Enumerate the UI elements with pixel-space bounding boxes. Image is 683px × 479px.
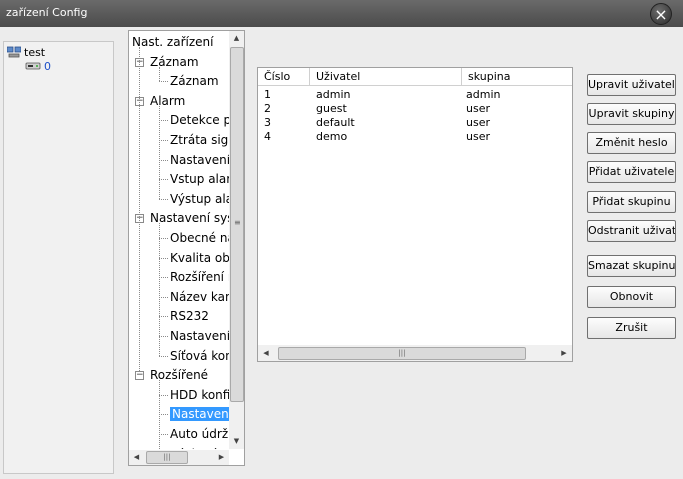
device-tree-channel-label: 0 <box>44 59 51 73</box>
cell-group: user <box>466 102 490 115</box>
tree-item-label: Auto údržb <box>170 427 229 441</box>
cell-group: user <box>466 116 490 129</box>
tree-item[interactable]: Obecné na <box>170 229 229 247</box>
scroll-thumb[interactable]: ≡ <box>230 47 244 402</box>
tree-item[interactable]: Nastavení ( <box>170 405 229 423</box>
device-tree-channel[interactable]: 0 <box>25 59 51 73</box>
tree-item-label: HDD konfi <box>170 387 229 402</box>
table-row[interactable]: 2 guest user <box>258 102 572 116</box>
tree-item[interactable]: Auto údržb <box>170 425 229 443</box>
tree-item-label: Název kana <box>170 289 229 304</box>
tree-item-label: Síťová konf <box>170 348 229 363</box>
tree-item[interactable]: HDD konfi <box>170 386 229 404</box>
tree-item[interactable]: Vstup alarr <box>170 170 229 188</box>
tree-item-label: Kvalita obr <box>170 250 229 265</box>
tree-item-label: RS232 <box>170 309 209 324</box>
edit-groups-button[interactable]: Upravit skupiny <box>587 103 676 125</box>
tree-item-label: Výstup alar <box>170 191 229 206</box>
tree-item-label: Nastavení l <box>170 329 229 343</box>
close-icon[interactable]: × <box>650 3 672 25</box>
config-tree-vertical-scrollbar[interactable]: ▲ ≡ ▼ <box>229 31 244 449</box>
config-tree[interactable]: Nast. zařízení − Záznam Záznam − Alarm Detekce… <box>128 30 245 466</box>
add-group-button[interactable]: Přidat skupinu <box>587 191 676 213</box>
table-header: Číslo Uživatel skupina <box>258 68 572 86</box>
scroll-up-icon[interactable]: ▲ <box>229 31 244 46</box>
tree-item[interactable]: Rozšíření n <box>170 268 229 286</box>
column-header-number[interactable]: Číslo <box>258 68 310 85</box>
tree-item[interactable]: Nastavení l <box>170 327 229 345</box>
tree-item[interactable]: Záznam <box>170 72 219 90</box>
tree-group-label: Záznam <box>150 54 199 69</box>
change-password-button[interactable]: Změnit heslo <box>587 132 676 154</box>
tree-item[interactable]: Kvalita obr <box>170 249 229 267</box>
dvr-device-icon <box>25 62 41 70</box>
user-table[interactable]: Číslo Uživatel skupina 1 admin admin 2 g… <box>257 67 573 362</box>
cell-user: default <box>316 116 355 129</box>
cell-user: guest <box>316 102 347 115</box>
tree-item[interactable]: RS232 <box>170 307 209 325</box>
tree-item-label: Rozšíření n <box>170 270 229 285</box>
scroll-thumb[interactable]: ||| <box>278 347 526 360</box>
scroll-left-icon[interactable]: ◀ <box>258 345 274 361</box>
column-header-group[interactable]: skupina <box>462 68 572 85</box>
cell-group: user <box>466 130 490 143</box>
tree-item[interactable]: Detekce pc <box>170 111 229 129</box>
config-tree-content: Nast. zařízení − Záznam Záznam − Alarm Detekce… <box>129 31 229 449</box>
tree-item-label: Obecné na <box>170 231 229 245</box>
table-row[interactable]: 3 default user <box>258 116 572 130</box>
collapse-icon[interactable]: − <box>135 371 144 381</box>
title-bar: zařízení Config × <box>0 0 683 27</box>
tree-group-label: Alarm <box>150 93 186 108</box>
window-title: zařízení Config <box>6 6 88 19</box>
scroll-right-icon[interactable]: ▶ <box>214 450 229 465</box>
remove-users-button[interactable]: Odstranit uživatele <box>587 220 676 242</box>
delete-group-button[interactable]: Smazat skupinu <box>587 255 676 277</box>
tree-item[interactable]: Ztráta signá <box>170 131 229 149</box>
device-tree[interactable]: test 0 <box>3 41 114 474</box>
tree-item-label: Záznam <box>170 74 219 89</box>
tree-group[interactable]: Záznam <box>150 53 199 71</box>
scroll-down-icon[interactable]: ▼ <box>229 434 244 449</box>
edit-user-button[interactable]: Upravit uživatele <box>587 74 676 96</box>
tree-item[interactable]: Výstup alar <box>170 190 229 208</box>
refresh-button[interactable]: Obnovit <box>587 286 676 308</box>
cell-number: 4 <box>264 130 271 143</box>
tree-item-label: Výchozí <box>170 447 216 449</box>
cell-number: 1 <box>264 88 271 101</box>
user-table-horizontal-scrollbar[interactable]: ◀ ||| ▶ <box>258 345 572 361</box>
tree-item-label: Ztráta signá <box>170 133 229 147</box>
cell-user: admin <box>316 88 351 101</box>
cancel-button[interactable]: Zrušit <box>587 317 676 339</box>
column-header-user[interactable]: Uživatel <box>310 68 462 85</box>
tree-root-label: Nast. zařízení <box>132 35 214 49</box>
tree-item-label: Nastavení p <box>170 152 229 167</box>
tree-item[interactable]: Síťová konf <box>170 347 229 365</box>
tree-item[interactable]: Název kana <box>170 288 229 306</box>
scroll-right-icon[interactable]: ▶ <box>556 345 572 361</box>
device-tree-root-label: test <box>24 45 46 59</box>
tree-group[interactable]: Alarm <box>150 92 185 110</box>
scroll-left-icon[interactable]: ◀ <box>129 450 144 465</box>
cell-number: 3 <box>264 116 271 129</box>
tree-item-label: Detekce pc <box>170 113 229 128</box>
tree-item[interactable]: Výchozí <box>170 445 216 449</box>
cell-group: admin <box>466 88 501 101</box>
table-row[interactable]: 1 admin admin <box>258 88 572 102</box>
add-user-button[interactable]: Přidat uživatele <box>587 161 676 183</box>
device-tree-root[interactable]: test <box>7 45 45 59</box>
cell-number: 2 <box>264 102 271 115</box>
scroll-thumb[interactable]: ||| <box>146 451 188 464</box>
tree-item-label: Nastavení ( <box>170 407 229 422</box>
tree-item[interactable]: Nastavení p <box>170 151 229 169</box>
table-row[interactable]: 4 demo user <box>258 130 572 144</box>
tree-item-label: Vstup alarr <box>170 172 229 187</box>
config-tree-horizontal-scrollbar[interactable]: ◀ ||| ▶ <box>129 450 229 465</box>
tree-group[interactable]: Nastavení syst <box>150 209 229 227</box>
network-icon <box>7 46 21 58</box>
tree-root[interactable]: Nast. zařízení <box>132 33 213 51</box>
tree-group-label: Nastavení syst <box>150 211 229 226</box>
cell-user: demo <box>316 130 348 143</box>
